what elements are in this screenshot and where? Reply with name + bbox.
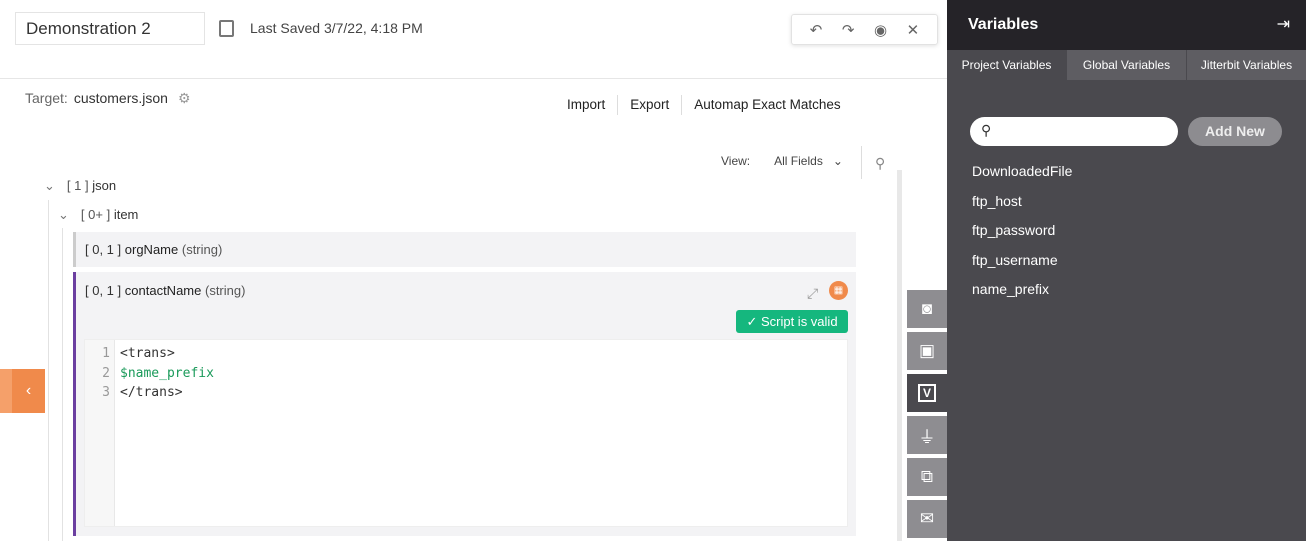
collapse-left-button[interactable]: ‹ bbox=[0, 369, 45, 413]
variable-list: DownloadedFile ftp_host ftp_password ftp… bbox=[972, 161, 1072, 309]
collapse-panel-icon[interactable]: ⇥ bbox=[1277, 14, 1290, 34]
export-button[interactable]: Export bbox=[618, 95, 683, 115]
check-icon: ✓ bbox=[746, 314, 761, 329]
side-tab-plugins[interactable]: ⏚ bbox=[907, 416, 947, 456]
notes-icon[interactable] bbox=[219, 20, 234, 37]
chevron-down-icon[interactable]: ⌄ bbox=[833, 154, 843, 168]
automap-button[interactable]: Automap Exact Matches bbox=[682, 95, 852, 115]
script-valid-badge: ✓ Script is valid bbox=[736, 310, 848, 333]
side-tab-email[interactable]: ✉ bbox=[907, 500, 947, 540]
actions-bar: Import Export Automap Exact Matches bbox=[555, 95, 853, 115]
view-label: View: bbox=[721, 154, 751, 168]
cardinality: [ 0+ ] bbox=[80, 207, 111, 222]
variable-item[interactable]: ftp_username bbox=[972, 250, 1072, 280]
tree-root[interactable]: ⌄ [ 1 ] json bbox=[44, 178, 116, 194]
line-number: 1 bbox=[102, 346, 110, 361]
scrollbar[interactable] bbox=[897, 170, 902, 541]
redo-icon[interactable]: ↷ bbox=[842, 21, 855, 39]
side-tab-functions[interactable]: ▣ bbox=[907, 332, 947, 372]
calculator-icon: ▣ bbox=[918, 341, 936, 360]
panel-title: Variables bbox=[968, 16, 1039, 33]
variable-item[interactable]: DownloadedFile bbox=[972, 161, 1072, 191]
cardinality: [ 0, 1 ] bbox=[85, 283, 122, 298]
chevron-down-icon[interactable]: ⌄ bbox=[44, 178, 55, 193]
tree-item[interactable]: ⌄ [ 0+ ] item bbox=[58, 207, 138, 223]
field-name: contactName bbox=[124, 283, 202, 298]
node-name: item bbox=[113, 207, 139, 222]
copy-icon: ⧉ bbox=[920, 467, 934, 486]
variable-icon: V bbox=[917, 384, 936, 402]
variables-panel: Variables ⇥ Project Variables Global Vari… bbox=[947, 0, 1306, 541]
cardinality: [ 0, 1 ] bbox=[85, 242, 122, 257]
script-menu-icon[interactable]: ▦ bbox=[829, 281, 848, 300]
field-row[interactable]: [ 0, 1 ] orgName (string) bbox=[73, 232, 856, 267]
field-type: (string) bbox=[181, 242, 223, 257]
side-tab-source[interactable]: ◙ bbox=[907, 290, 947, 330]
source-icon: ◙ bbox=[921, 299, 933, 318]
side-tab-objects[interactable]: ⧉ bbox=[907, 458, 947, 498]
divider bbox=[0, 78, 947, 79]
add-new-button[interactable]: Add New bbox=[1188, 117, 1282, 146]
cardinality: [ 1 ] bbox=[66, 178, 89, 193]
search-icon: ⚲ bbox=[981, 122, 992, 138]
undo-icon[interactable]: ↶ bbox=[810, 21, 823, 39]
close-icon[interactable]: ✕ bbox=[907, 21, 920, 39]
variable-item[interactable]: ftp_password bbox=[972, 220, 1072, 250]
side-tab-variables[interactable]: V bbox=[907, 374, 947, 414]
code-line: <trans> bbox=[120, 346, 175, 361]
target-value: customers.json bbox=[73, 90, 168, 106]
status-text: Script is valid bbox=[760, 314, 838, 329]
chevron-down-icon[interactable]: ⌄ bbox=[58, 207, 69, 222]
code-lines[interactable]: <trans> $name_prefix </trans> bbox=[120, 340, 214, 400]
tab-project-variables[interactable]: Project Variables bbox=[947, 50, 1066, 80]
target-label: Target: bbox=[25, 90, 68, 106]
import-button[interactable]: Import bbox=[555, 95, 619, 115]
variable-item[interactable]: name_prefix bbox=[972, 279, 1072, 309]
field-type: (string) bbox=[204, 283, 246, 298]
tree-line bbox=[48, 200, 49, 541]
gear-icon[interactable]: ⚙ bbox=[178, 90, 191, 106]
variable-search-input[interactable]: ⚲ bbox=[970, 117, 1178, 146]
field-name: orgName bbox=[124, 242, 179, 257]
plug-icon: ⏚ bbox=[918, 427, 936, 447]
divider bbox=[861, 146, 862, 179]
preview-icon[interactable]: ◉ bbox=[874, 21, 887, 39]
view-dropdown[interactable]: All Fields bbox=[774, 154, 823, 168]
expand-icon[interactable]: ⤢ bbox=[807, 285, 818, 302]
last-saved: Last Saved 3/7/22, 4:18 PM bbox=[250, 20, 423, 36]
mapping-editor: Demonstration 2 Last Saved 3/7/22, 4:18 … bbox=[0, 0, 947, 541]
target-info: Target: customers.json ⚙ bbox=[25, 90, 191, 107]
view-selector: View: All Fields ⌄ bbox=[721, 154, 843, 168]
mail-icon: ✉ bbox=[919, 509, 935, 528]
panel-header: Variables ⇥ bbox=[947, 0, 1306, 50]
editor-toolbar: ↶ ↷ ◉ ✕ bbox=[791, 14, 938, 45]
tree-line bbox=[62, 228, 63, 541]
node-name: json bbox=[92, 178, 117, 193]
tab-global-variables[interactable]: Global Variables bbox=[1066, 50, 1186, 80]
variable-item[interactable]: ftp_host bbox=[972, 191, 1072, 221]
script-editor[interactable]: 1 2 3 <trans> $name_prefix </trans> bbox=[84, 339, 848, 527]
line-numbers: 1 2 3 bbox=[85, 340, 115, 526]
tab-jitterbit-variables[interactable]: Jitterbit Variables bbox=[1186, 50, 1306, 80]
title-input[interactable]: Demonstration 2 bbox=[15, 12, 205, 45]
panel-tabs: Project Variables Global Variables Jitte… bbox=[947, 50, 1306, 80]
search-icon[interactable]: ⚲ bbox=[875, 155, 885, 172]
